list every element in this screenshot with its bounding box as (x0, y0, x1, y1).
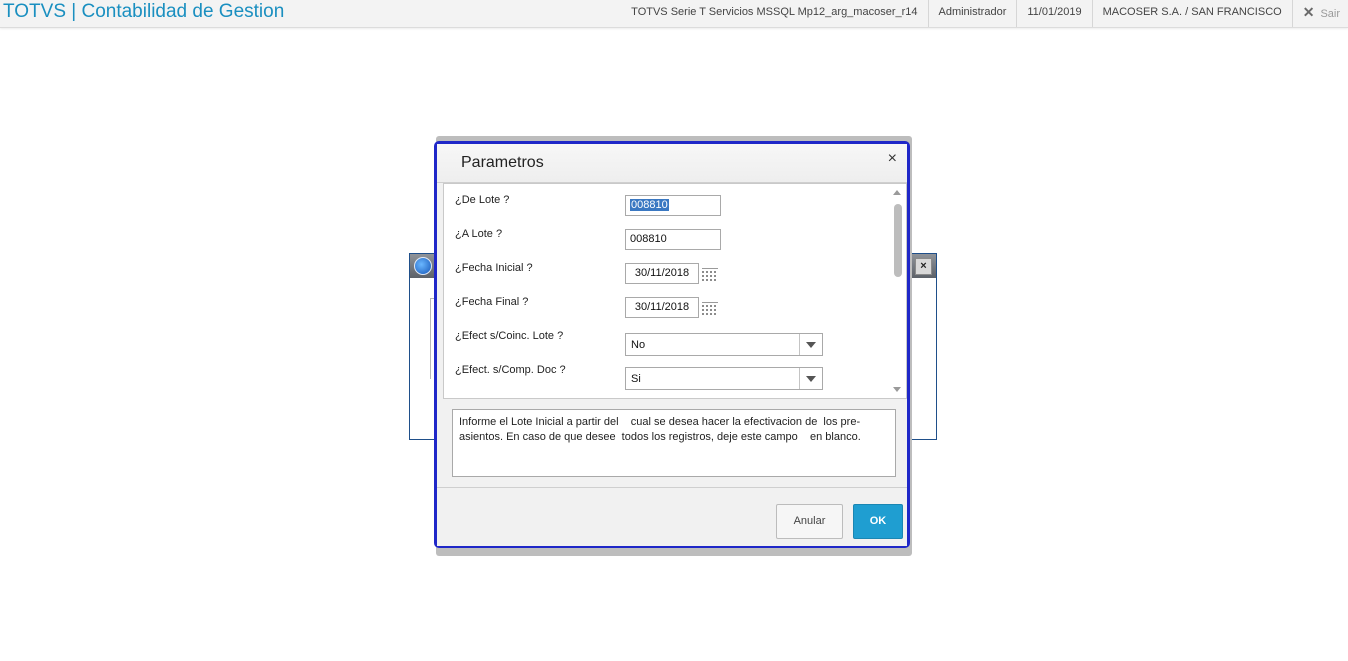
help-text-box: Informe el Lote Inicial a partir del cua… (452, 409, 896, 477)
scroll-thumb[interactable] (894, 204, 902, 277)
de-lote-value: 008810 (630, 199, 669, 211)
cancel-button[interactable]: Anular (776, 504, 843, 539)
chevron-down-icon[interactable] (799, 334, 822, 355)
chevron-down-icon[interactable] (799, 368, 822, 389)
form-scrollbar[interactable] (889, 184, 906, 398)
efect-coinc-lote-label: ¿Efect s/Coinc. Lote ? (455, 330, 564, 342)
de-lote-label: ¿De Lote ? (455, 194, 510, 206)
environment-label: TOTVS Serie T Servicios MSSQL Mp12_arg_m… (631, 6, 918, 18)
app-title: TOTVS | Contabilidad de Gestion (3, 1, 285, 22)
exit-label: Sair (1320, 8, 1340, 20)
dialog-header: Parametros × (437, 144, 907, 183)
a-lote-input[interactable]: 008810 (625, 229, 721, 250)
a-lote-label: ¿A Lote ? (455, 228, 503, 240)
de-lote-input[interactable]: 008810 (625, 195, 721, 216)
form-row-fecha-final: ¿Fecha Final ? 30/11/2018 (444, 296, 888, 326)
calendar-icon[interactable] (702, 302, 718, 316)
fecha-inicial-input[interactable]: 30/11/2018 (625, 263, 699, 284)
dialog-title: Parametros (461, 154, 544, 171)
close-icon: ✕ (1302, 4, 1315, 20)
calendar-icon[interactable] (702, 268, 718, 282)
fecha-inicial-value: 30/11/2018 (634, 267, 690, 279)
form-row-de-lote: ¿De Lote ? 008810 (444, 194, 888, 224)
dialog-close-button[interactable]: × (888, 150, 897, 168)
a-lote-value: 008810 (630, 233, 667, 245)
fecha-final-value: 30/11/2018 (634, 301, 690, 313)
fecha-inicial-label: ¿Fecha Inicial ? (455, 262, 533, 274)
fecha-final-input[interactable]: 30/11/2018 (625, 297, 699, 318)
form-row-efect-comp-doc: ¿Efect. s/Comp. Doc ? Si (444, 364, 888, 394)
form-row-a-lote: ¿A Lote ? 008810 (444, 228, 888, 258)
efect-coinc-lote-value: No (631, 339, 646, 351)
protheus-logo-icon (414, 257, 432, 275)
fecha-final-label: ¿Fecha Final ? (455, 296, 529, 308)
exit-button[interactable]: ✕ Sair (1291, 0, 1348, 27)
ok-button[interactable]: OK (853, 504, 903, 539)
form-row-efect-coinc-lote: ¿Efect s/Coinc. Lote ? No (444, 330, 888, 360)
efect-comp-doc-label: ¿Efect. s/Comp. Doc ? (455, 364, 566, 376)
scroll-down-arrow-icon[interactable] (893, 387, 901, 392)
efect-coinc-lote-select[interactable]: No (625, 333, 823, 356)
top-bar-info: TOTVS Serie T Servicios MSSQL Mp12_arg_m… (621, 0, 1348, 27)
date-label: 11/01/2019 (1016, 0, 1091, 27)
efect-comp-doc-value: Si (631, 373, 641, 385)
dialog-footer: Anular OK (437, 487, 907, 546)
parametros-dialog: Parametros × ¿De Lote ? 008810 ¿A Lote ?… (434, 141, 910, 548)
form-row-fecha-inicial: ¿Fecha Inicial ? 30/11/2018 (444, 262, 888, 292)
background-window-close-button[interactable]: × (915, 258, 932, 275)
user-label: Administrador (927, 0, 1017, 27)
scroll-up-arrow-icon[interactable] (893, 190, 901, 195)
parameters-form: ¿De Lote ? 008810 ¿A Lote ? 008810 ¿Fech… (443, 183, 907, 399)
top-bar: TOTVS | Contabilidad de Gestion TOTVS Se… (0, 0, 1348, 28)
company-label: MACOSER S.A. / SAN FRANCISCO (1091, 0, 1292, 27)
efect-comp-doc-select[interactable]: Si (625, 367, 823, 390)
